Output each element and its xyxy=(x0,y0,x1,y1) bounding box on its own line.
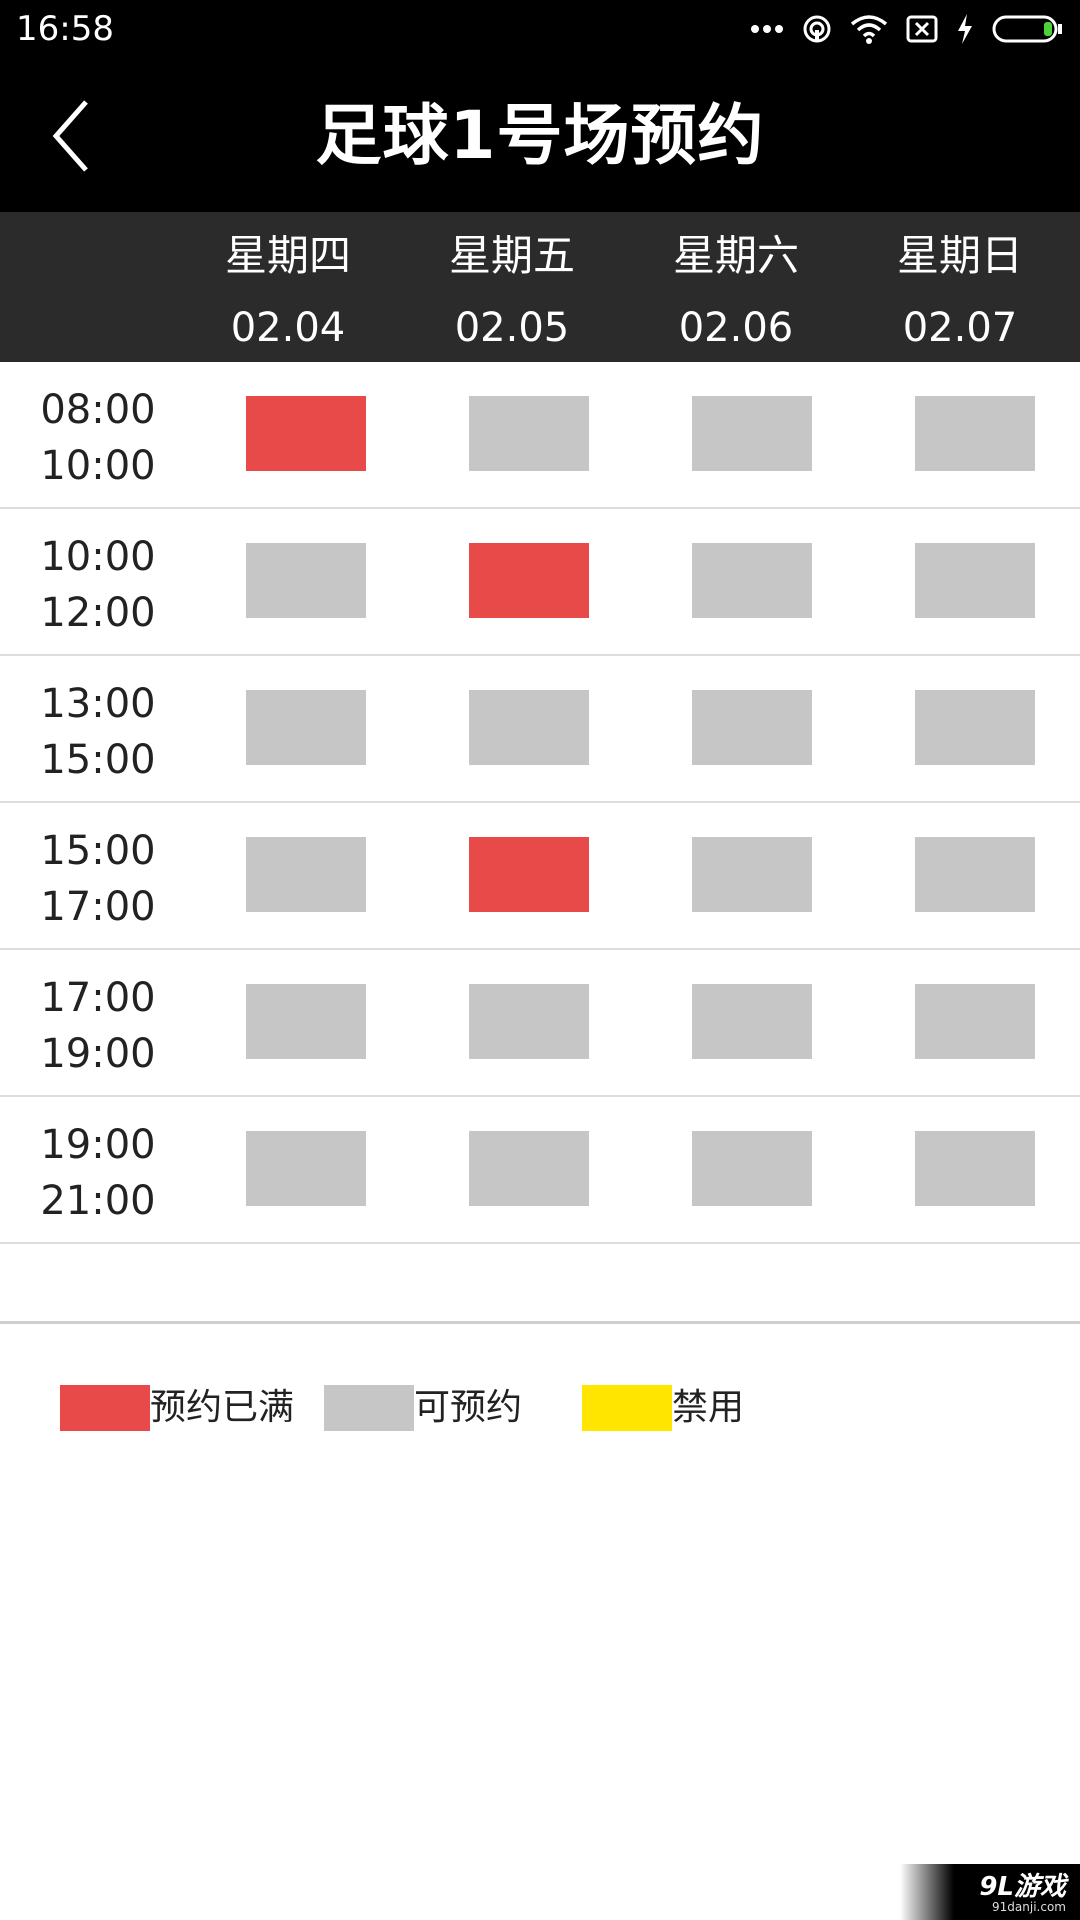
battery-icon xyxy=(992,15,1062,43)
legend-divider xyxy=(0,1321,1080,1324)
watermark-text: 9L游戏 xyxy=(979,1872,1066,1902)
time-range: 08:00 10:00 xyxy=(18,382,178,494)
time-start: 17:00 xyxy=(40,975,156,1021)
time-end: 21:00 xyxy=(40,1178,156,1224)
slot-cell[interactable] xyxy=(692,396,812,471)
slot-cell[interactable] xyxy=(246,543,366,618)
time-end: 12:00 xyxy=(40,590,156,636)
status-icons xyxy=(750,12,1064,46)
day-header: 星期四 02.04 星期五 02.05 星期六 02.06 星期日 02.07 xyxy=(0,212,1080,362)
time-range: 13:00 15:00 xyxy=(18,676,178,788)
time-end: 10:00 xyxy=(40,443,156,489)
day-column-sun: 星期日 02.07 xyxy=(848,212,1072,362)
time-slot-row: 17:00 19:00 xyxy=(0,950,1080,1097)
day-name: 星期四 xyxy=(224,231,351,280)
status-bar: 16:58 xyxy=(0,0,1080,58)
time-range: 10:00 12:00 xyxy=(18,529,178,641)
slot-cell[interactable] xyxy=(692,1131,812,1206)
slot-cell[interactable] xyxy=(246,984,366,1059)
page-title: 足球1号场预约 xyxy=(315,97,765,174)
time-start: 13:00 xyxy=(40,681,156,727)
slot-cell[interactable] xyxy=(469,543,589,618)
slot-cell[interactable] xyxy=(915,1131,1035,1206)
legend-swatch-full xyxy=(60,1385,150,1431)
legend-swatch-available xyxy=(324,1385,414,1431)
day-date: 02.04 xyxy=(230,305,346,351)
schedule-grid: 08:00 10:00 10:00 12:00 13:00 15:00 15:0… xyxy=(0,362,1080,1244)
legend-swatch-disabled xyxy=(582,1385,672,1431)
watermark-logo: 9L游戏 91danji.com xyxy=(900,1864,1080,1920)
day-name: 星期五 xyxy=(448,231,575,280)
slot-cell[interactable] xyxy=(915,543,1035,618)
day-name: 星期日 xyxy=(896,231,1023,280)
legend-label: 预约已满 xyxy=(150,1387,295,1428)
slot-cell[interactable] xyxy=(469,1131,589,1206)
legend-item-available: 可预约 xyxy=(324,1385,522,1431)
time-slot-row: 10:00 12:00 xyxy=(0,509,1080,656)
slot-cell[interactable] xyxy=(915,837,1035,912)
time-end: 15:00 xyxy=(40,737,156,783)
day-date: 02.07 xyxy=(902,305,1018,351)
time-range: 19:00 21:00 xyxy=(18,1117,178,1229)
time-slot-row: 08:00 10:00 xyxy=(0,362,1080,509)
day-name: 星期六 xyxy=(672,231,799,280)
charging-icon xyxy=(958,14,972,44)
more-dots-icon xyxy=(751,25,783,33)
time-end: 17:00 xyxy=(40,884,156,930)
legend-item-full: 预约已满 xyxy=(60,1385,294,1431)
sim-off-icon xyxy=(906,15,938,43)
wifi-icon xyxy=(850,15,888,44)
slot-cell[interactable] xyxy=(915,690,1035,765)
day-column-thu: 星期四 02.04 xyxy=(176,212,400,362)
slot-cell[interactable] xyxy=(692,984,812,1059)
slot-cell[interactable] xyxy=(469,984,589,1059)
status-time: 16:58 xyxy=(16,9,114,49)
slot-cell[interactable] xyxy=(469,396,589,471)
slot-cell[interactable] xyxy=(692,543,812,618)
legend-label: 可预约 xyxy=(414,1387,523,1428)
legend-item-disabled: 禁用 xyxy=(582,1385,744,1431)
app-header: 足球1号场预约 xyxy=(0,58,1080,212)
day-date: 02.05 xyxy=(454,305,570,351)
legend-label: 禁用 xyxy=(672,1387,745,1428)
time-start: 15:00 xyxy=(40,828,156,874)
time-end: 19:00 xyxy=(40,1031,156,1077)
time-slot-row: 13:00 15:00 xyxy=(0,656,1080,803)
slot-cell[interactable] xyxy=(246,837,366,912)
time-start: 10:00 xyxy=(40,534,156,580)
day-column-fri: 星期五 02.05 xyxy=(400,212,624,362)
slot-cell[interactable] xyxy=(246,396,366,471)
time-start: 08:00 xyxy=(40,387,156,433)
slot-cell[interactable] xyxy=(469,690,589,765)
time-slot-row: 19:00 21:00 xyxy=(0,1097,1080,1244)
slot-cell[interactable] xyxy=(246,690,366,765)
slot-cell[interactable] xyxy=(915,396,1035,471)
day-column-sat: 星期六 02.06 xyxy=(624,212,848,362)
day-date: 02.06 xyxy=(678,305,794,351)
slot-cell[interactable] xyxy=(915,984,1035,1059)
slot-cell[interactable] xyxy=(469,837,589,912)
time-start: 19:00 xyxy=(40,1122,156,1168)
slot-cell[interactable] xyxy=(692,690,812,765)
hotspot-icon xyxy=(803,15,831,43)
slot-cell[interactable] xyxy=(692,837,812,912)
time-range: 15:00 17:00 xyxy=(18,823,178,935)
watermark-sub: 91danji.com xyxy=(992,1900,1066,1914)
time-range: 17:00 19:00 xyxy=(18,970,178,1082)
slot-cell[interactable] xyxy=(246,1131,366,1206)
legend: 预约已满 可预约 禁用 xyxy=(0,1385,1080,1431)
time-slot-row: 15:00 17:00 xyxy=(0,803,1080,950)
